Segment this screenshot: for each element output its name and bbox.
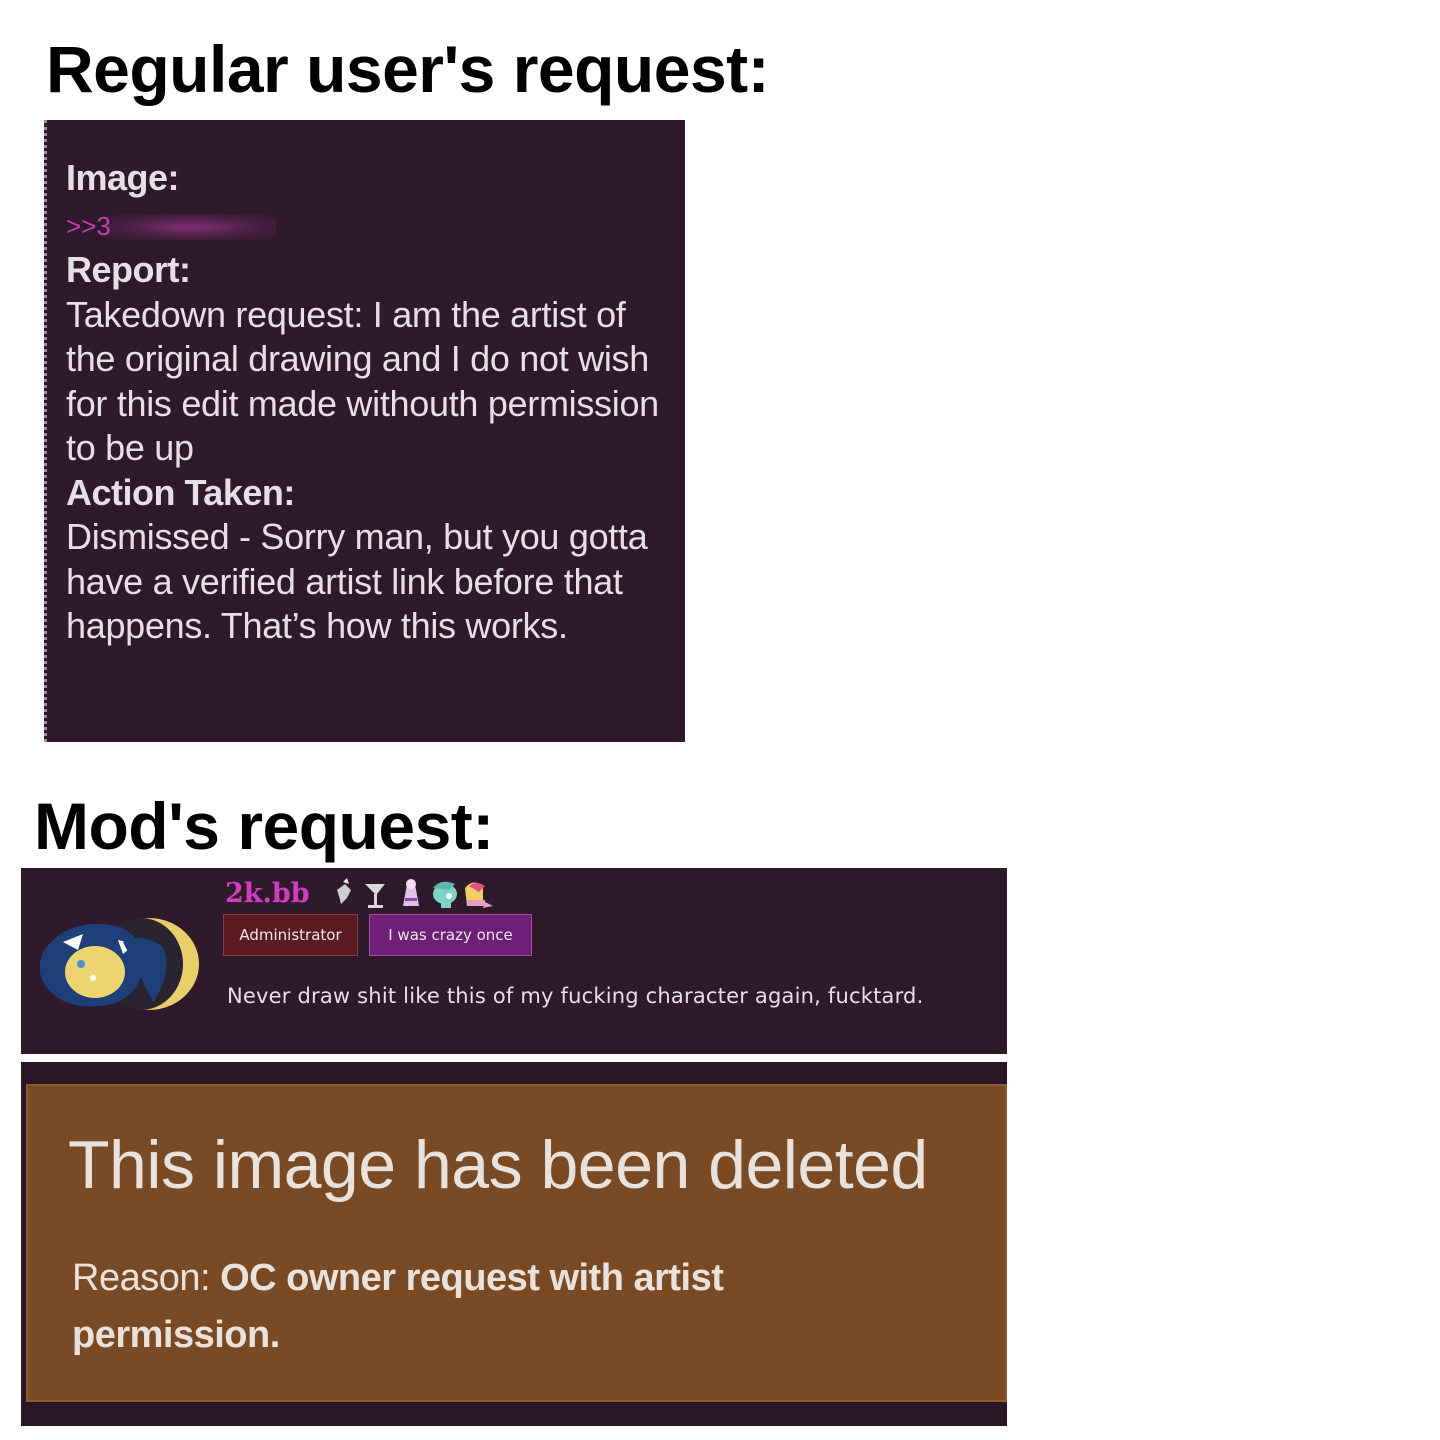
user-badge-icons xyxy=(337,878,493,908)
pony-figure-icon xyxy=(465,882,493,908)
reason-label: Reason: xyxy=(72,1257,221,1299)
deletion-reason: Reason: OC owner request with artist per… xyxy=(72,1250,832,1364)
comment-text: Never draw shit like this of my fucking … xyxy=(227,984,924,1008)
comment-panel: 2k.bb Administrator I was crazy once Nev… xyxy=(21,868,1007,1054)
mod-request-heading: Mod's request: xyxy=(34,789,494,863)
image-ref-row: >>3 xyxy=(66,201,667,249)
report-label: Report: xyxy=(66,249,191,290)
deleted-image-frame: This image has been deleted Reason: OC o… xyxy=(21,1062,1007,1426)
action-label: Action Taken: xyxy=(66,471,295,513)
image-label: Image: xyxy=(66,157,180,198)
custom-title-badge: I was crazy once xyxy=(369,914,532,956)
pony-head-icon xyxy=(433,881,457,908)
administrator-badge: Administrator xyxy=(223,914,358,956)
image-ref-text: >>3 xyxy=(66,210,111,241)
action-text: Dismissed - Sorry man, but you gotta hav… xyxy=(66,516,648,646)
username-link[interactable]: 2k.bb xyxy=(225,878,310,909)
pony-icon xyxy=(337,878,351,904)
avatar[interactable] xyxy=(23,912,203,1012)
regular-request-heading: Regular user's request: xyxy=(46,32,770,106)
image-ref-link[interactable]: >>3 xyxy=(66,204,276,249)
deleted-title: This image has been deleted xyxy=(68,1127,928,1203)
goblet-icon xyxy=(365,884,385,908)
report-text: Takedown request: I am the artist of the… xyxy=(66,293,659,469)
report-panel: Image: >>3 Report: Takedown request: I a… xyxy=(44,120,685,742)
figure-icon xyxy=(403,879,419,906)
redaction-smudge xyxy=(106,213,276,240)
deleted-notice: This image has been deleted Reason: OC o… xyxy=(26,1084,1007,1402)
